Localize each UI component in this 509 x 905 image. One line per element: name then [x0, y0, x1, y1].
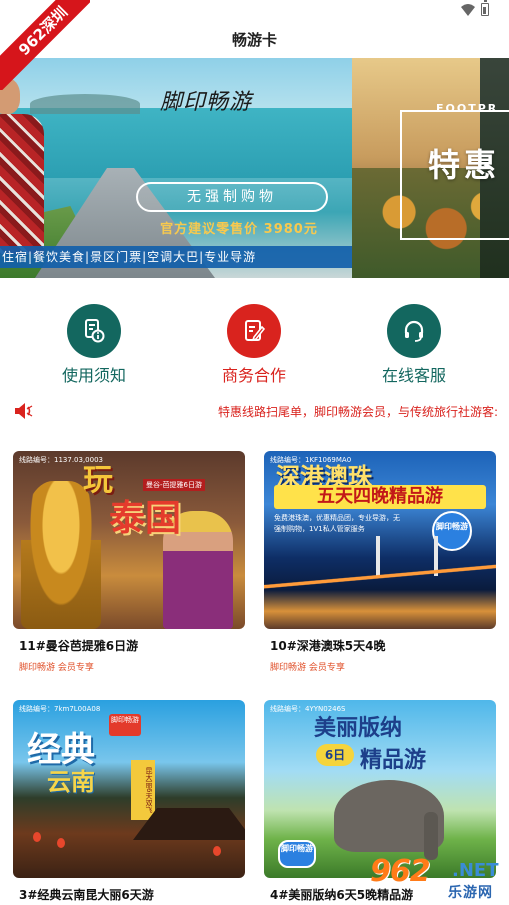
app-screen: 962深圳 畅游卡 脚印畅游 无强制购物 官方建议零售价 3980元 住宿|餐饮… — [0, 0, 509, 905]
action-label: 商务合作 — [221, 366, 286, 385]
bridge-lights — [264, 553, 496, 603]
notice-text: 特惠线路扫尾单，脚印畅游会员，与传统旅行社游客: — [218, 405, 499, 419]
battery-icon — [481, 0, 489, 16]
product-card[interactable]: 线路编号：7km7L00A08 经典 脚印畅游 云南 昆大丽6天双飞 3#经典云… — [13, 700, 245, 905]
banner-services: 住宿|餐饮美食|景区门票|空调大巴|专业导游 — [0, 246, 352, 268]
notice-bar[interactable]: 特惠线路扫尾单，脚印畅游会员，与传统旅行社游客: — [0, 398, 509, 424]
thai-poster: 线路编号：1137.03,0003 玩 曼谷-芭提雅6日游 泰国 — [13, 451, 245, 629]
lantern — [57, 838, 65, 848]
poster-title-1: 美丽版纳 — [314, 716, 403, 741]
banner-sea — [0, 108, 352, 178]
action-label: 使用须知 — [61, 366, 126, 385]
banner-brand: 脚印畅游 — [160, 90, 253, 115]
elephant-trunk — [424, 812, 438, 860]
product-subtitle: 脚印畅游 会员专享 — [270, 663, 345, 673]
banner-person — [0, 78, 44, 254]
corner-watermark-text: 962深圳 — [0, 0, 90, 90]
document-info-icon[interactable] — [67, 304, 121, 358]
action-label: 在线客服 — [381, 366, 446, 385]
banner-next-en: FOOTPR — [436, 102, 499, 115]
xishuangbanna-poster: 线路编号：4YYN0246S 美丽版纳 6日 精品游 脚印畅游 — [264, 700, 496, 878]
action-usage-notice[interactable]: 使用须知 — [34, 302, 154, 388]
product-title: 10#深港澳珠5天4晚 — [270, 639, 386, 653]
site-watermark-net: .NET — [452, 860, 499, 881]
poster-badge: 脚印畅游 — [109, 714, 141, 736]
lantern — [33, 832, 41, 842]
banner-next-cn: 特惠 — [428, 146, 501, 184]
poster-sign: 昆大丽6天双飞 — [131, 760, 155, 820]
poster-title-2: 五天四晚精品游 — [274, 485, 486, 509]
wifi-icon — [461, 3, 475, 16]
banner-pill: 无强制购物 — [136, 182, 328, 212]
poster-logo: 脚印畅游 — [278, 840, 316, 868]
action-business[interactable]: 商务合作 — [194, 302, 314, 388]
action-customer-service[interactable]: 在线客服 — [354, 302, 474, 388]
product-subtitle: 脚印畅游 会员专享 — [19, 663, 94, 673]
product-card[interactable]: 线路编号：1KF1069MA0 深港澳珠 五天四晚精品游 免费港珠澳，优惠精品团… — [264, 451, 496, 681]
product-title: 3#经典云南昆大丽6天游 — [19, 888, 154, 902]
site-watermark-number: 962 — [370, 854, 431, 889]
corner-watermark: 962深圳 — [0, 0, 90, 90]
site-watermark-cn: 乐游网 — [448, 885, 493, 901]
person-sweater — [0, 114, 44, 254]
product-card[interactable]: 线路编号：1137.03,0003 玩 曼谷-芭提雅6日游 泰国 11#曼谷芭提… — [13, 451, 245, 681]
quick-actions: 使用须知 商务合作 在线客服 — [0, 302, 509, 388]
product-image[interactable]: 线路编号：4YYN0246S 美丽版纳 6日 精品游 脚印畅游 — [264, 700, 496, 878]
edit-note-icon[interactable] — [227, 304, 281, 358]
banner-carousel[interactable]: 脚印畅游 无强制购物 官方建议零售价 3980元 住宿|餐饮美食|景区门票|空调… — [0, 58, 509, 278]
yunnan-poster: 线路编号：7km7L00A08 经典 脚印畅游 云南 昆大丽6天双飞 — [13, 700, 245, 878]
speaker-icon — [15, 403, 33, 419]
product-image[interactable]: 线路编号：1137.03,0003 玩 曼谷-芭提雅6日游 泰国 — [13, 451, 245, 629]
poster-title-2: 云南 — [47, 768, 95, 796]
product-title: 11#曼谷芭提雅6日游 — [19, 639, 139, 653]
poster-days-badge: 6日 — [316, 744, 354, 766]
buddha-statue — [21, 481, 101, 629]
lantern — [213, 846, 221, 856]
product-image[interactable]: 线路编号：7km7L00A08 经典 脚印畅游 云南 昆大丽6天双飞 — [13, 700, 245, 878]
banner-slide-next[interactable]: FOOTPR 特惠 — [352, 58, 509, 278]
status-icons — [461, 0, 489, 16]
route-code: 线路编号：7km7L00A08 — [19, 705, 101, 713]
banner-slide[interactable]: 脚印畅游 无强制购物 官方建议零售价 3980元 住宿|餐饮美食|景区门票|空调… — [0, 58, 352, 278]
banner-price: 官方建议零售价 3980元 — [160, 222, 318, 237]
headset-icon[interactable] — [387, 304, 441, 358]
hk-poster: 线路编号：1KF1069MA0 深港澳珠 五天四晚精品游 免费港珠澳，优惠精品团… — [264, 451, 496, 629]
banner-island — [30, 94, 140, 114]
poster-badge: 脚印畅游 — [432, 511, 472, 551]
site-watermark: 962 .NET 乐游网 — [370, 854, 509, 905]
poster-title-2: 精品游 — [360, 748, 427, 773]
poster-desc: 免费港珠澳，优惠精品团，专业导游，无强制购物，1V1私人管家服务 — [274, 514, 400, 533]
product-image[interactable]: 线路编号：1KF1069MA0 深港澳珠 五天四晚精品游 免费港珠澳，优惠精品团… — [264, 451, 496, 629]
poster-title-2: 泰国 — [109, 498, 182, 539]
